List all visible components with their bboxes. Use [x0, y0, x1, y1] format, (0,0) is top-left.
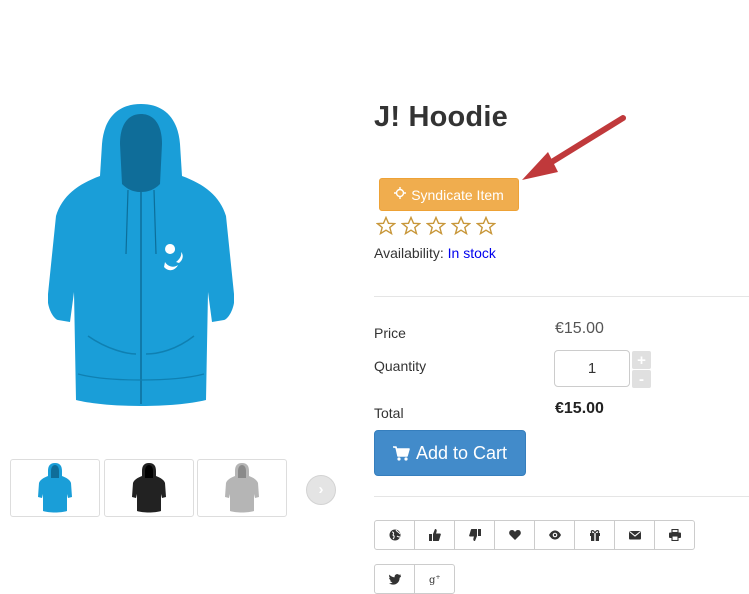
quantity-minus-button[interactable]: -	[632, 370, 651, 388]
thumbnail-blue-hoodie[interactable]	[10, 459, 100, 517]
svg-text:+: +	[435, 574, 440, 581]
product-title: J! Hoodie	[374, 101, 508, 133]
total-label: Total	[374, 405, 404, 421]
quantity-label: Quantity	[374, 358, 427, 374]
syndicate-item-label: Syndicate Item	[411, 186, 504, 203]
annotation-arrow-icon	[522, 115, 626, 180]
google-plus-icon: g +	[429, 574, 441, 585]
add-to-cart-button[interactable]: Add to Cart	[374, 430, 526, 476]
star-icon[interactable]	[426, 216, 446, 236]
product-image[interactable]	[48, 104, 234, 410]
star-icon[interactable]	[476, 216, 496, 236]
price-label: Price	[374, 325, 406, 341]
availability: Availability: In stock	[374, 245, 496, 261]
total-value: €15.00	[555, 400, 604, 417]
dislike-button[interactable]	[454, 520, 495, 550]
gift-icon	[589, 530, 600, 541]
price-value: €15.00	[555, 320, 604, 337]
syndicate-item-button[interactable]: Syndicate Item	[379, 178, 519, 211]
eye-icon	[548, 530, 561, 540]
thumbnail-black-hoodie[interactable]	[104, 459, 194, 517]
star-icon[interactable]	[451, 216, 471, 236]
divider	[374, 496, 749, 497]
star-icon[interactable]	[401, 216, 421, 236]
heart-icon	[508, 530, 521, 540]
watch-button[interactable]	[534, 520, 575, 550]
chevron-right-icon: ›	[318, 481, 324, 498]
email-button[interactable]	[614, 520, 655, 550]
social-actions: g +	[374, 564, 455, 594]
thumbnail-image	[225, 463, 259, 513]
thumbnail-image	[132, 463, 166, 513]
like-button[interactable]	[414, 520, 455, 550]
add-to-cart-label: Add to Cart	[415, 442, 508, 463]
availability-value: In stock	[447, 245, 496, 261]
thumbs-down-icon	[468, 529, 481, 541]
rating-stars[interactable]	[376, 216, 496, 236]
twitter-button[interactable]	[374, 564, 415, 594]
cart-icon	[392, 445, 410, 461]
print-icon	[668, 529, 681, 541]
thumbnail-image	[38, 463, 72, 513]
thumbnail-grey-hoodie[interactable]	[197, 459, 287, 517]
gift-button[interactable]	[574, 520, 615, 550]
product-actions	[374, 520, 695, 550]
thumbs-up-icon	[428, 529, 441, 541]
google-plus-button[interactable]: g +	[414, 564, 455, 594]
envelope-icon	[628, 531, 641, 540]
star-icon[interactable]	[376, 216, 396, 236]
favorite-button[interactable]	[494, 520, 535, 550]
crosshair-icon	[394, 187, 407, 202]
quantity-input[interactable]	[554, 350, 630, 387]
quantity-plus-button[interactable]: +	[632, 351, 651, 369]
globe-button[interactable]	[374, 520, 415, 550]
availability-label: Availability:	[374, 245, 444, 261]
print-button[interactable]	[654, 520, 695, 550]
twitter-icon	[388, 574, 401, 585]
divider	[374, 296, 749, 297]
thumbnail-next-button[interactable]: ›	[306, 475, 336, 505]
globe-icon	[389, 529, 400, 541]
